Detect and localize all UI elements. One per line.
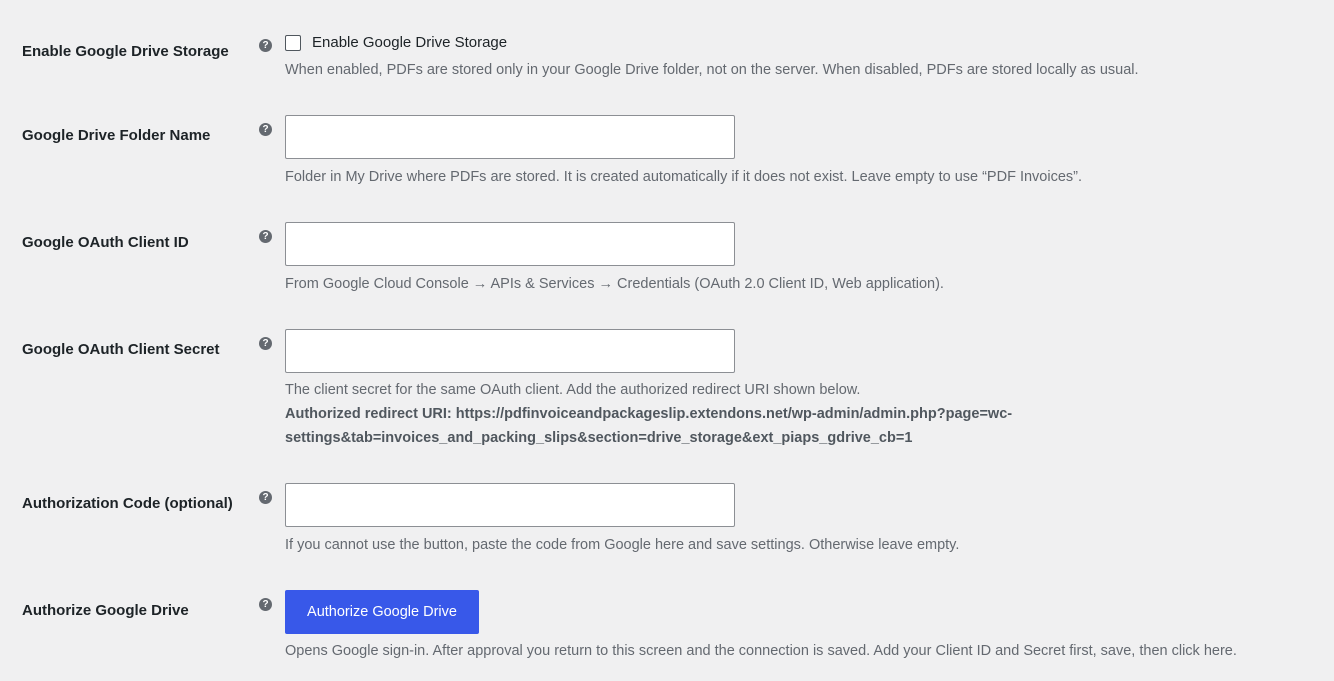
authorize-label: Authorize Google Drive xyxy=(22,602,189,619)
help-icon[interactable]: ? xyxy=(259,230,272,243)
help-icon[interactable]: ? xyxy=(259,598,272,611)
client-id-label: Google OAuth Client ID xyxy=(22,234,189,251)
folder-name-label: Google Drive Folder Name xyxy=(22,127,211,144)
client-id-description: From Google Cloud Console → APIs & Servi… xyxy=(285,276,944,292)
client-id-input[interactable] xyxy=(285,222,735,266)
client-secret-label: Google OAuth Client Secret xyxy=(22,341,220,358)
enable-storage-label: Enable Google Drive Storage xyxy=(22,43,229,60)
enable-storage-description: When enabled, PDFs are stored only in yo… xyxy=(285,62,1139,78)
enable-storage-checkbox-label[interactable]: Enable Google Drive Storage xyxy=(312,34,507,51)
authorize-google-drive-button[interactable]: Authorize Google Drive xyxy=(285,590,479,634)
redirect-uri-line-1: Authorized redirect URI: https://pdfinvo… xyxy=(285,406,1013,422)
redirect-uri-line-2: settings&tab=invoices_and_packing_slips&… xyxy=(285,430,913,446)
auth-code-input[interactable] xyxy=(285,483,735,527)
client-secret-input[interactable] xyxy=(285,329,735,373)
folder-name-input[interactable] xyxy=(285,115,735,159)
client-secret-description: The client secret for the same OAuth cli… xyxy=(285,382,861,398)
enable-storage-checkbox[interactable] xyxy=(285,35,301,51)
auth-code-description: If you cannot use the button, paste the … xyxy=(285,537,960,553)
help-icon[interactable]: ? xyxy=(259,337,272,350)
help-icon[interactable]: ? xyxy=(259,39,272,52)
auth-code-label: Authorization Code (optional) xyxy=(22,495,233,512)
authorize-description: Opens Google sign-in. After approval you… xyxy=(285,643,1237,659)
folder-name-description: Folder in My Drive where PDFs are stored… xyxy=(285,169,1083,185)
help-icon[interactable]: ? xyxy=(259,491,272,504)
help-icon[interactable]: ? xyxy=(259,123,272,136)
